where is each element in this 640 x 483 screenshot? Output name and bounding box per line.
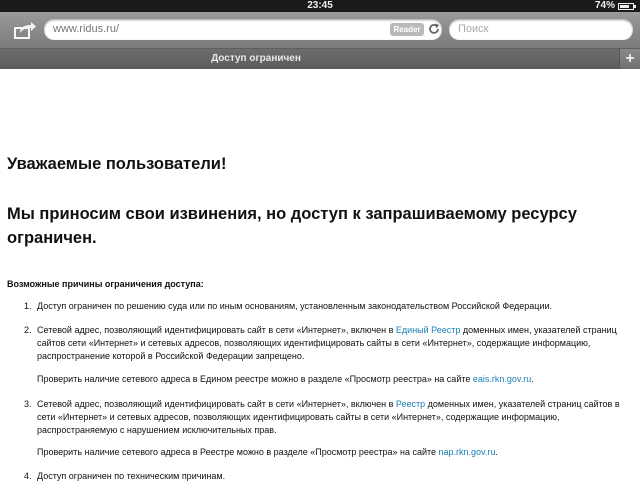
url-text: www.ridus.ru/: [53, 23, 120, 35]
list-text: Доступ ограничен по техническим причинам…: [37, 471, 226, 481]
battery-percent: 74%: [594, 0, 615, 11]
list-number: 3.: [24, 399, 32, 409]
address-bar[interactable]: www.ridus.ru/ Reader: [44, 19, 442, 40]
reasons-title: Возможные причины ограничения доступа:: [7, 279, 204, 289]
search-placeholder: Поиск: [458, 23, 489, 35]
reader-button[interactable]: Reader: [390, 23, 424, 36]
page-heading: Уважаемые пользователи!: [7, 155, 227, 173]
list-text: Сетевой адрес, позволяющий идентифициров…: [37, 399, 620, 435]
battery-indicator: 74%: [594, 0, 636, 12]
registry-link[interactable]: Единый Реестр: [396, 325, 461, 335]
share-icon[interactable]: [12, 20, 38, 40]
list-text: Доступ ограничен по решению суда или по …: [37, 301, 553, 311]
tab-active[interactable]: Доступ ограничен: [0, 49, 512, 69]
list-text: Сетевой адрес, позволяющий идентифициров…: [37, 325, 617, 361]
search-input[interactable]: Поиск: [449, 19, 633, 40]
list-number: 2.: [24, 325, 32, 335]
browser-toolbar: www.ridus.ru/ Reader Поиск: [0, 12, 640, 49]
check-note: Проверить наличие сетевого адреса в Реес…: [37, 447, 498, 457]
nap-link[interactable]: nap.rkn.gov.ru: [439, 447, 496, 457]
page-subheading: Мы приносим свои извинения, но доступ к …: [7, 205, 577, 247]
registry-link[interactable]: Реестр: [396, 399, 425, 409]
reload-icon[interactable]: [427, 22, 441, 36]
new-tab-button[interactable]: +: [619, 49, 640, 69]
tab-bar: Доступ ограничен +: [0, 49, 640, 69]
status-bar: 23:45 74%: [0, 0, 640, 12]
list-number: 4.: [24, 471, 32, 481]
check-note: Проверить наличие сетевого адреса в Един…: [37, 374, 534, 384]
battery-icon: [618, 2, 636, 10]
eais-link[interactable]: eais.rkn.gov.ru: [473, 374, 531, 384]
clock: 23:45: [307, 0, 333, 11]
list-number: 1.: [24, 301, 32, 311]
page-content: Уважаемые пользователи! Мы приносим свои…: [0, 69, 640, 481]
